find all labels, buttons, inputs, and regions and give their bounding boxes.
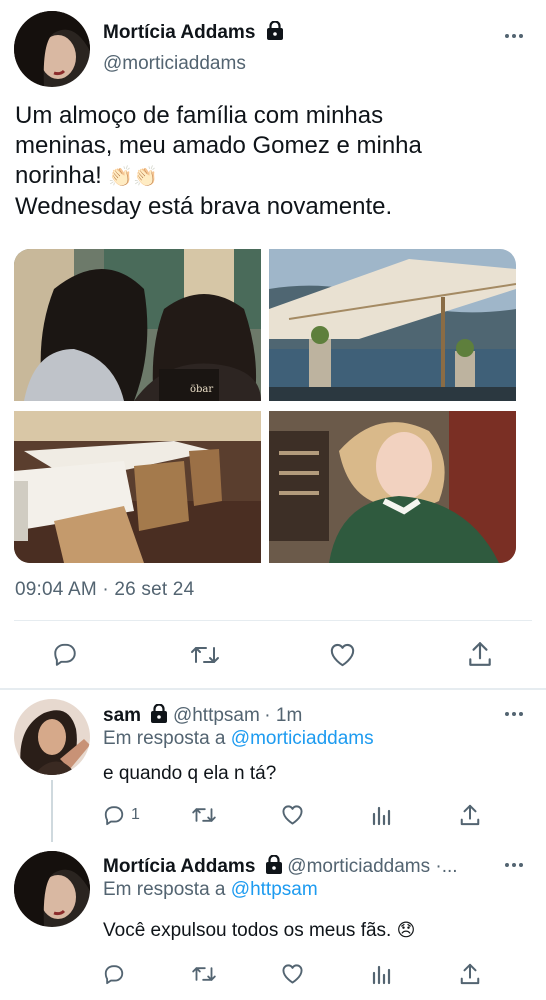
reply-context: Em resposta a @morticiaddams (103, 728, 374, 750)
author-avatar[interactable] (14, 11, 90, 87)
reply-icon (52, 641, 78, 667)
like-button[interactable] (281, 963, 304, 984)
tweet-photo-3[interactable] (14, 411, 261, 563)
reply-icon (103, 804, 125, 826)
lock-icon (266, 20, 284, 46)
like-icon (281, 804, 304, 825)
reply-text: e quando q ela n tá? (103, 763, 277, 784)
reply-to-link[interactable]: @morticiaddams (231, 728, 374, 749)
clapping-emoji: 👏🏻👏🏻 (108, 166, 159, 188)
share-icon (459, 803, 481, 827)
analytics-icon (371, 963, 393, 985)
reply-time[interactable]: · 1m (264, 705, 302, 726)
reply-button[interactable]: 1 (103, 804, 140, 826)
share-button[interactable] (459, 803, 481, 827)
share-icon (467, 640, 493, 668)
divider (14, 620, 532, 621)
author-name[interactable]: Mortícia Addams (103, 856, 255, 877)
analytics-button[interactable] (371, 963, 393, 985)
retweet-icon (191, 964, 217, 984)
retweet-icon (190, 643, 220, 667)
reply-button[interactable] (52, 641, 78, 667)
disappointed-emoji: 😞 (396, 920, 416, 940)
reply-button[interactable] (103, 963, 125, 985)
reply-header: sam @httpsam · 1m (103, 703, 302, 728)
retweet-button[interactable] (191, 805, 217, 825)
reply-context: Em resposta a @httpsam (103, 879, 318, 901)
tweet-photo-2[interactable] (269, 249, 516, 401)
share-button[interactable] (459, 962, 481, 986)
author-handle[interactable]: @morticiaddams (103, 53, 246, 75)
more-icon[interactable] (505, 863, 523, 867)
tweet-text-line: meninas, meu amado Gomez e minha (15, 132, 422, 159)
more-icon[interactable] (505, 712, 523, 716)
author-name[interactable]: Mortícia Addams (103, 20, 284, 46)
author-handle[interactable]: @httpsam (173, 705, 260, 726)
menu-text: öbar (190, 384, 213, 395)
reply-to-link[interactable]: @httpsam (231, 879, 318, 900)
tweet-photo-4[interactable] (269, 411, 516, 563)
tweet-text-line: Wednesday está brava novamente. (15, 193, 393, 220)
reply-text-content: Você expulsou todos os meus fãs. (103, 920, 392, 941)
tweet-text-line: norinha! 👏🏻👏🏻 (15, 161, 535, 192)
like-button[interactable] (281, 804, 304, 825)
tweet-text: Um almoço de família com minhas meninas,… (15, 101, 535, 222)
retweet-button[interactable] (190, 643, 220, 667)
author-avatar[interactable] (14, 851, 90, 927)
retweet-button[interactable] (191, 964, 217, 984)
tweet-photo-1[interactable]: öbar (14, 249, 261, 401)
share-icon (459, 962, 481, 986)
author-avatar[interactable] (14, 699, 90, 775)
like-icon (281, 963, 304, 984)
reply-prefix: Em resposta a (103, 879, 226, 900)
tweet-text-line-part: norinha! (15, 162, 102, 189)
author-name-text[interactable]: Mortícia Addams (103, 22, 255, 43)
thread-line (51, 780, 53, 842)
more-icon[interactable] (505, 34, 523, 38)
analytics-button[interactable] (371, 804, 393, 826)
author-handle[interactable]: @morticiaddams ·... (287, 856, 457, 877)
reply-text: Você expulsou todos os meus fãs. 😞 (103, 920, 415, 942)
divider (0, 688, 546, 690)
like-icon (329, 642, 356, 667)
lock-icon (265, 854, 283, 879)
retweet-icon (191, 805, 217, 825)
tweet-timestamp[interactable]: 09:04 AM · 26 set 24 (15, 579, 194, 601)
reply-icon (103, 963, 125, 985)
analytics-icon (371, 804, 393, 826)
share-button[interactable] (467, 640, 493, 668)
like-button[interactable] (329, 642, 356, 667)
reply-count: 1 (131, 806, 140, 823)
tweet-text-line: Um almoço de família com minhas (15, 102, 384, 129)
reply-header: Mortícia Addams @morticiaddams ·... (103, 854, 458, 879)
reply-prefix: Em resposta a (103, 728, 226, 749)
lock-icon (150, 703, 168, 728)
author-name[interactable]: sam (103, 705, 141, 726)
